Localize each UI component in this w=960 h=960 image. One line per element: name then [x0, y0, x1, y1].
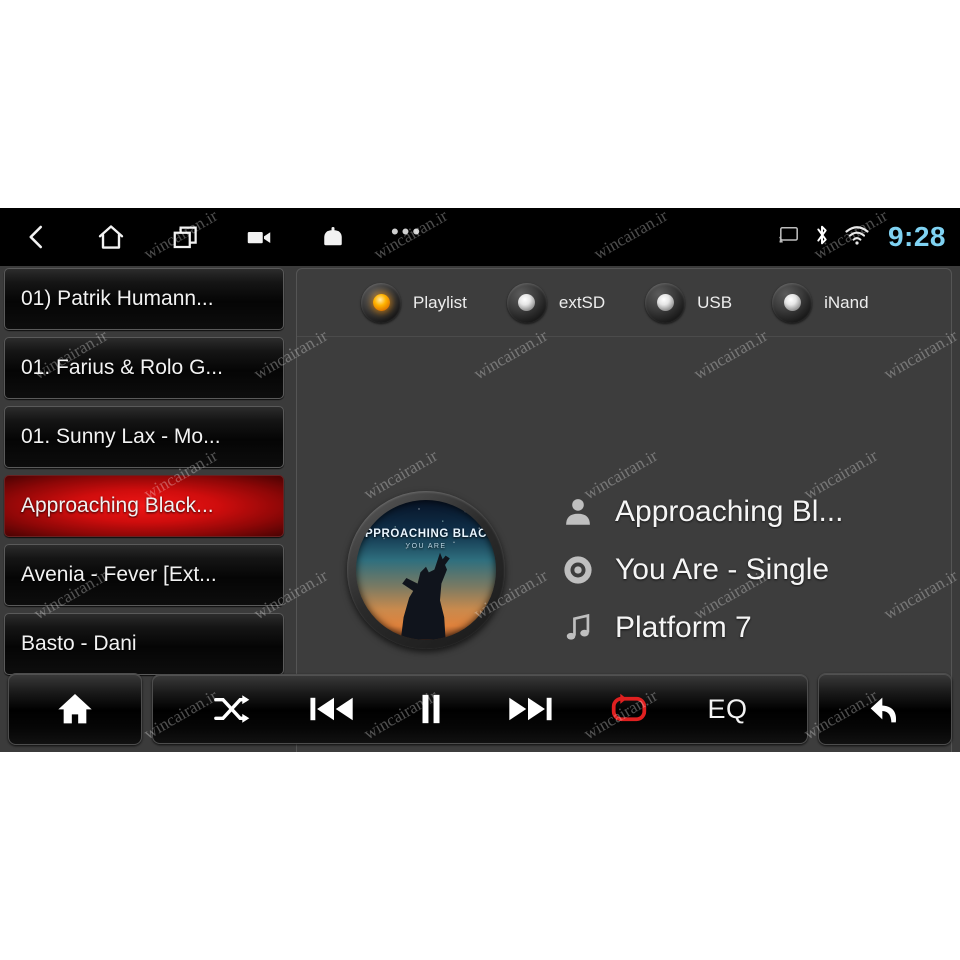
- artist-value: Approaching Bl...: [615, 494, 844, 528]
- track-value: Platform 7: [615, 610, 752, 644]
- list-item[interactable]: Avenia - Fever [Ext...: [4, 544, 284, 606]
- overflow-dots: •••: [390, 219, 424, 244]
- person-icon: [555, 495, 601, 529]
- source-option-extsd[interactable]: extSD: [506, 282, 606, 323]
- list-item-label: 01) Patrik Humann...: [21, 287, 214, 310]
- previous-track-icon: [309, 697, 353, 721]
- recents-icon[interactable]: [148, 208, 222, 266]
- music-note-icon: [555, 611, 601, 645]
- next-button[interactable]: [502, 674, 558, 744]
- list-item[interactable]: 01. Farius & Rolo G...: [4, 337, 284, 399]
- radio-knob-icon: [361, 282, 401, 323]
- back-icon[interactable]: [0, 208, 74, 266]
- transport-bar: EQ: [0, 670, 960, 748]
- album-value: You Are - Single: [615, 552, 830, 586]
- pause-button[interactable]: [403, 674, 459, 744]
- list-item[interactable]: Basto - Dani: [4, 613, 284, 675]
- source-option-playlist[interactable]: Playlist: [361, 282, 467, 323]
- shuffle-button[interactable]: [205, 674, 261, 744]
- home-button[interactable]: [8, 673, 142, 745]
- source-label: extSD: [558, 292, 606, 312]
- list-item-selected[interactable]: Approaching Black...: [4, 475, 284, 537]
- artist-row: Approaching Bl...: [555, 483, 951, 541]
- android-status-bar: ••• 9:28: [0, 208, 960, 266]
- repeat-button[interactable]: [601, 674, 657, 744]
- list-item-label: 01. Farius & Rolo G...: [21, 356, 223, 379]
- radio-knob-icon: [645, 282, 686, 323]
- bluetooth-icon: [812, 223, 832, 252]
- disc-icon: [555, 553, 601, 587]
- list-item-label: Approaching Black...: [21, 494, 214, 517]
- status-indicators: 9:28: [778, 208, 946, 266]
- radio-knob-icon: [772, 282, 813, 323]
- eq-button[interactable]: EQ: [700, 674, 756, 744]
- album-art: APPROACHING BLACK YOU ARE: [347, 490, 505, 649]
- pause-icon: [422, 694, 439, 724]
- previous-button[interactable]: [304, 674, 360, 744]
- home-icon: [58, 694, 92, 724]
- source-label: iNand: [824, 292, 869, 312]
- overflow-icon[interactable]: •••: [370, 208, 444, 266]
- camera-icon[interactable]: [222, 208, 296, 266]
- list-item[interactable]: 01) Patrik Humann...: [4, 268, 284, 330]
- track-metadata: Approaching Bl... You Are - Single Platf…: [555, 483, 951, 657]
- transport-controls: EQ: [152, 674, 808, 744]
- home-icon[interactable]: [74, 208, 148, 266]
- radio-knob-icon: [506, 282, 547, 323]
- source-label: Playlist: [413, 292, 467, 312]
- shuffle-icon: [213, 695, 249, 723]
- next-track-icon: [508, 697, 552, 721]
- silhouette-figure: [400, 552, 450, 640]
- source-label: USB: [697, 292, 733, 312]
- list-item-label: Avenia - Fever [Ext...: [21, 563, 217, 586]
- status-clock: 9:28: [887, 221, 946, 252]
- back-button[interactable]: [818, 673, 952, 745]
- track-row: Platform 7: [555, 599, 951, 657]
- album-art-title: APPROACHING BLACK: [356, 527, 496, 540]
- list-item-label: 01. Sunny Lax - Mo...: [21, 425, 221, 448]
- source-option-inand[interactable]: iNand: [772, 282, 869, 323]
- eq-label: EQ: [707, 693, 748, 724]
- list-item-label: Basto - Dani: [21, 632, 137, 655]
- source-option-usb[interactable]: USB: [645, 282, 733, 323]
- list-item[interactable]: 01. Sunny Lax - Mo...: [4, 406, 284, 468]
- album-art-subtitle: YOU ARE: [405, 542, 447, 550]
- source-selector[interactable]: Playlist extSD USB iNand: [297, 269, 951, 337]
- apps-icon[interactable]: [296, 208, 370, 266]
- back-arrow-icon: [870, 697, 897, 723]
- cast-icon: [778, 225, 800, 250]
- car-stereo-screen: ••• 9:28 01) Patrik Humann... 01. Farius…: [0, 208, 960, 752]
- wifi-icon: [844, 224, 870, 251]
- repeat-icon: [611, 693, 646, 722]
- album-row: You Are - Single: [555, 541, 951, 599]
